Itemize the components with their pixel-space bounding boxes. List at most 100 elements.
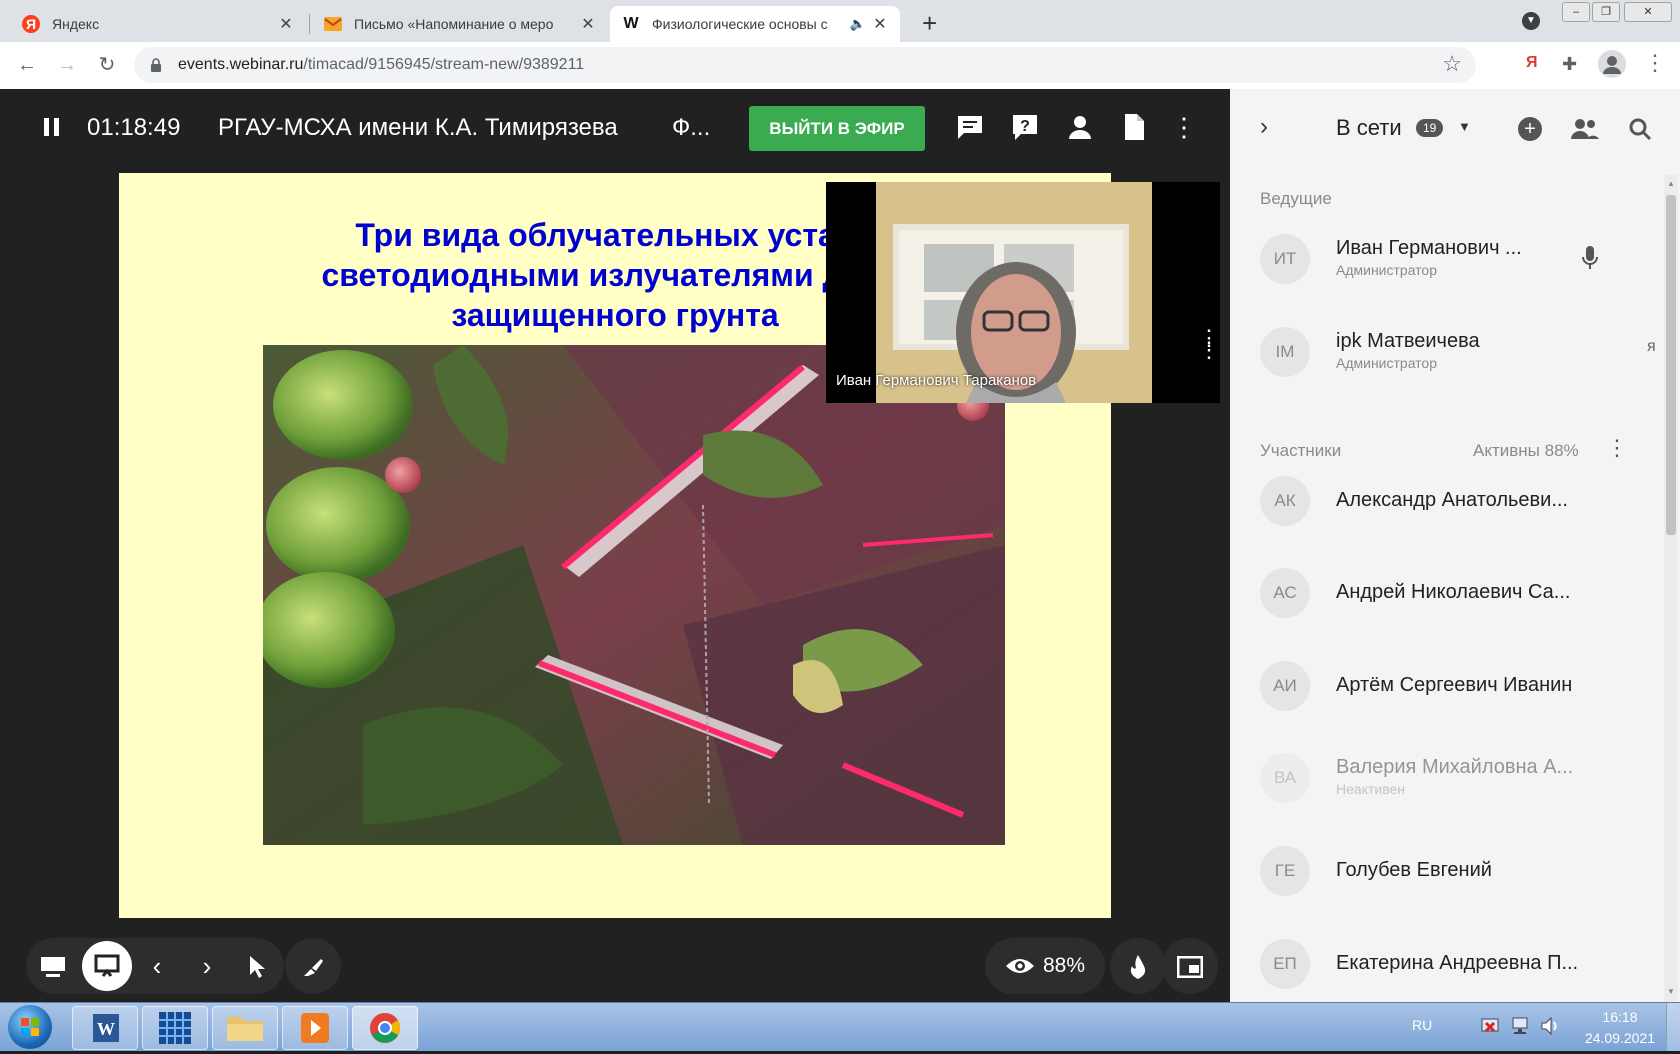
active-percent: Активны 88% [1473, 441, 1579, 460]
participant-name: Андрей Николаевич Са... [1336, 581, 1571, 603]
participant-row[interactable]: ГЕ Голубев Евгений [1260, 841, 1660, 901]
forward-arrow-icon[interactable]: → [52, 50, 82, 80]
network-warning-icon[interactable] [1480, 1015, 1502, 1042]
clock-date[interactable]: 24.09.2021 [1580, 1030, 1660, 1046]
screen-share-icon[interactable] [28, 938, 78, 994]
close-window-button[interactable]: ✕ [1624, 2, 1672, 22]
greenhouse-led-photo [263, 345, 1005, 845]
more-options-icon[interactable]: ⋮ [1168, 111, 1200, 143]
browser-toolbar: ← → ↻ events.webinar.ru/timacad/9156945/… [0, 42, 1680, 90]
me-label: я [1647, 338, 1656, 355]
restore-window-button[interactable]: ❐ [1592, 2, 1620, 22]
participant-name: Валерия Михайловна А... [1336, 756, 1574, 778]
picture-in-picture-icon[interactable] [1165, 938, 1215, 994]
eye-icon [1005, 954, 1035, 983]
video-options-icon[interactable]: ⋮ ⋮ [1198, 327, 1220, 361]
event-title: РГАУ-МСХА имени К.А. Тимирязева [218, 114, 618, 141]
questions-icon[interactable]: ? [1009, 111, 1041, 143]
presentation-mode-icon[interactable] [82, 941, 132, 991]
close-tab-icon[interactable]: ✕ [580, 14, 596, 34]
video-frame [876, 182, 1152, 403]
slide-controls: ‹ › [26, 938, 284, 994]
taskbar-explorer[interactable] [212, 1006, 278, 1050]
layout-toggle [1162, 938, 1218, 994]
profile-avatar-icon[interactable] [1598, 50, 1626, 78]
tab-yandex[interactable]: Я Яндекс ✕ [10, 6, 306, 42]
clock-time[interactable]: 16:18 [1580, 1009, 1660, 1025]
pointer-tool-icon[interactable] [232, 938, 282, 994]
host-row[interactable]: IM ipk Матвеичева Администратор я [1260, 322, 1660, 382]
speaker-audio-icon[interactable]: 🔈 [850, 16, 866, 32]
scrollbar-thumb[interactable] [1666, 195, 1676, 535]
yandex-extension-icon[interactable]: Я [1526, 54, 1538, 72]
back-arrow-icon[interactable]: ← [12, 50, 42, 80]
microphone-icon[interactable] [1582, 245, 1598, 276]
group-icon[interactable] [1570, 117, 1600, 146]
previous-slide-icon[interactable]: ‹ [132, 938, 182, 994]
search-icon[interactable] [1628, 117, 1652, 146]
taskbar-chrome[interactable] [352, 1006, 418, 1050]
avatar: АИ [1260, 661, 1310, 711]
go-on-air-button[interactable]: ВЫЙТИ В ЭФИР [749, 106, 925, 151]
collapse-panel-icon[interactable]: › [1260, 113, 1268, 141]
tab-webinar[interactable]: W Физиологические основы с 🔈 ✕ [610, 6, 900, 42]
next-slide-icon[interactable]: › [182, 938, 232, 994]
event-title-overflow: Ф... [672, 114, 711, 141]
minimize-window-button[interactable]: – [1562, 2, 1590, 22]
participant-name: Александр Анатольеви... [1336, 489, 1568, 511]
address-bar[interactable]: events.webinar.ru/timacad/9156945/stream… [134, 47, 1476, 83]
fire-icon[interactable] [1113, 938, 1163, 994]
network-icon[interactable] [1510, 1015, 1532, 1042]
taskbar-app-grid[interactable] [142, 1006, 208, 1050]
participants-heading: Участники [1260, 441, 1342, 460]
participant-row-inactive[interactable]: ВА Валерия Михайловна А... Неактивен [1260, 748, 1660, 808]
language-indicator[interactable]: RU [1412, 1017, 1432, 1033]
url-text: events.webinar.ru/timacad/9156945/stream… [178, 47, 584, 83]
volume-icon[interactable] [1540, 1015, 1562, 1042]
participant-name: Артём Сергеевич Иванин [1336, 674, 1573, 696]
taskbar-media-player[interactable] [282, 1006, 348, 1050]
reload-icon[interactable]: ↻ [92, 50, 122, 80]
add-participant-icon[interactable]: + [1518, 117, 1542, 141]
online-label: В сети [1336, 115, 1402, 140]
participant-role: Администратор [1336, 262, 1438, 278]
participant-name: Екатерина Андреевна П... [1336, 952, 1579, 974]
reactions [1110, 938, 1166, 994]
draw-tool [285, 938, 341, 994]
participant-name: Иван Германович ... [1336, 237, 1522, 259]
participant-row[interactable]: ЕП Екатерина Андреевна П... [1260, 934, 1660, 1002]
participant-row[interactable]: АС Андрей Николаевич Са... [1260, 563, 1660, 623]
taskbar-word[interactable]: W [72, 1006, 138, 1050]
start-button[interactable] [8, 1005, 52, 1049]
tab-search-icon[interactable]: ▼ [1522, 12, 1540, 30]
hosts-heading: Ведущие [1260, 189, 1332, 208]
scroll-up-icon[interactable]: ▲ [1667, 179, 1675, 188]
document-icon[interactable] [1118, 111, 1150, 143]
online-count-badge: 19 [1416, 119, 1444, 137]
lock-icon[interactable] [150, 58, 162, 77]
visibility-percent: 88% [1043, 954, 1086, 977]
chat-icon[interactable] [954, 111, 986, 143]
participants-options-icon[interactable]: ⋮ [1606, 435, 1628, 461]
scroll-down-icon[interactable]: ▼ [1667, 987, 1675, 996]
show-desktop-button[interactable] [1666, 1003, 1680, 1051]
bookmark-star-icon[interactable]: ☆ [1442, 51, 1462, 77]
tab-title: Физиологические основы с [652, 16, 828, 32]
participant-row[interactable]: АИ Артём Сергеевич Иванин [1260, 656, 1660, 716]
browser-menu-icon[interactable]: ⋮ [1644, 50, 1666, 76]
url-domain: events.webinar.ru [178, 56, 304, 73]
windows-taskbar: W RU 16:18 24.09.2021 [0, 1002, 1680, 1051]
participant-row[interactable]: АК Александр Анатольеви... [1260, 471, 1660, 531]
pause-icon[interactable] [36, 111, 68, 143]
host-row[interactable]: ИТ Иван Германович ... Администратор [1260, 229, 1660, 289]
participants-icon[interactable] [1064, 111, 1096, 143]
brush-icon[interactable] [288, 938, 338, 994]
close-tab-icon[interactable]: ✕ [278, 14, 294, 34]
online-dropdown-icon[interactable]: ▼ [1458, 119, 1471, 134]
new-tab-button[interactable]: + [922, 8, 937, 39]
extensions-puzzle-icon[interactable]: ✚ [1562, 54, 1577, 75]
close-tab-icon[interactable]: ✕ [872, 14, 888, 34]
speaker-video[interactable]: Иван Германович Тараканов ⋮ ⋮ [826, 182, 1220, 403]
scrollbar-track[interactable]: ▲ ▼ [1664, 175, 1678, 1002]
tab-mail[interactable]: Письмо «Напоминание о меро ✕ [312, 6, 608, 42]
